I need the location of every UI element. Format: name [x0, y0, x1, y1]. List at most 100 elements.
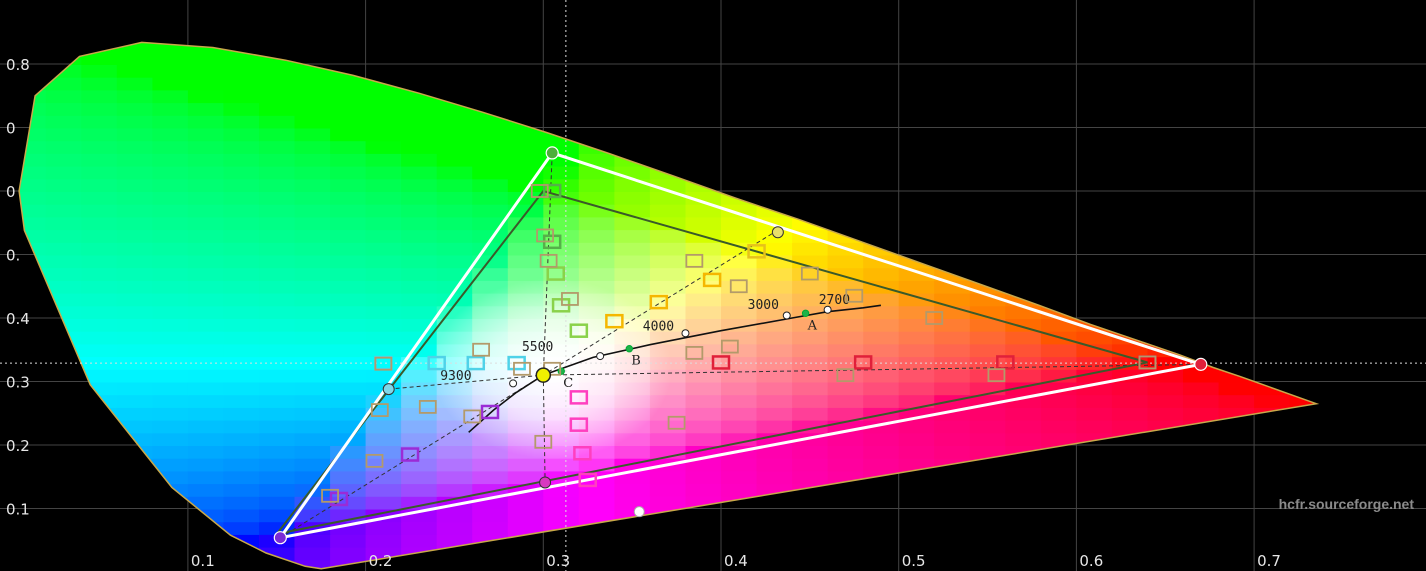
fill-cell	[259, 76, 296, 91]
fill-cell	[223, 127, 260, 142]
fill-cell	[294, 457, 331, 472]
fill-cell	[81, 140, 118, 154]
fill-cell	[401, 267, 438, 281]
fill-cell	[330, 470, 367, 485]
fill-cell	[792, 445, 829, 459]
fill-cell	[792, 457, 829, 472]
fill-cell	[330, 89, 367, 104]
fill-cell	[330, 229, 367, 243]
fill-cell	[81, 178, 118, 192]
fill-cell	[898, 445, 936, 459]
fill-cell	[81, 292, 118, 307]
fill-cell	[614, 483, 651, 497]
fill-cell	[685, 216, 722, 231]
fill-cell	[365, 521, 403, 535]
secondary-vertex	[771, 226, 784, 239]
fill-cell	[294, 76, 331, 91]
fill-cell	[116, 127, 154, 142]
fill-cell	[187, 140, 225, 154]
fill-cell	[187, 64, 225, 78]
fill-cell	[1040, 318, 1078, 332]
fill-cell	[259, 203, 296, 218]
gamut-vertex	[1194, 357, 1208, 371]
fill-cell	[863, 406, 900, 421]
fill-cell	[223, 89, 260, 104]
fill-cell	[187, 368, 225, 383]
fill-cell	[259, 445, 296, 459]
fill-cell	[259, 165, 296, 180]
fill-cell	[649, 229, 687, 243]
fill-cell	[45, 216, 83, 231]
fill-cell	[969, 432, 1007, 446]
fill-cell	[187, 343, 225, 358]
fill-cell	[294, 368, 331, 383]
fill-cell	[81, 343, 118, 358]
fill-cell	[45, 165, 83, 180]
fill-cell	[365, 165, 403, 180]
fill-cell	[507, 267, 545, 281]
fill-cell	[365, 267, 403, 281]
fill-cell	[578, 178, 616, 192]
fill-cell	[863, 343, 900, 358]
fill-cell	[81, 64, 118, 78]
fill-cell	[330, 292, 367, 307]
fill-cell	[330, 165, 367, 180]
fill-cell	[365, 216, 403, 231]
fill-cell	[614, 191, 651, 205]
gamut-vertex	[273, 531, 287, 545]
fill-cell	[401, 203, 438, 218]
gamut-vertex	[545, 146, 559, 160]
fill-cell	[259, 267, 296, 281]
fill-cell	[259, 140, 296, 154]
fill-cell	[365, 495, 403, 510]
fill-cell	[187, 381, 225, 396]
fill-cell	[116, 279, 154, 294]
fill-cell	[685, 292, 722, 307]
fill-cell	[259, 254, 296, 269]
fill-cell	[578, 241, 616, 256]
fill-cell	[330, 76, 367, 91]
fill-cell	[330, 127, 367, 142]
fill-cell	[507, 495, 545, 510]
fill-cell	[1111, 394, 1149, 408]
fill-cell	[436, 203, 474, 218]
fill-cell	[259, 241, 296, 256]
fill-cell	[436, 229, 474, 243]
fill-cell	[259, 457, 296, 472]
fill-cell	[365, 89, 403, 104]
fill-cell	[187, 394, 225, 408]
fill-cell	[543, 495, 580, 510]
fill-cell	[614, 241, 651, 256]
fill-cell	[294, 152, 331, 167]
fill-cell	[116, 140, 154, 154]
fill-cell	[934, 432, 971, 446]
fill-cell	[294, 216, 331, 231]
fill-cell	[436, 470, 474, 485]
fill-cell	[756, 318, 793, 332]
fill-cell	[187, 318, 225, 332]
fill-cell	[436, 508, 474, 523]
fill-cell	[792, 394, 829, 408]
fill-cell	[187, 165, 225, 180]
fill-cell	[1005, 343, 1042, 358]
illuminant-label: B	[631, 354, 641, 369]
fill-cell	[721, 368, 758, 383]
fill-cell	[898, 292, 936, 307]
illuminant-label: A	[807, 318, 818, 333]
fill-cell	[472, 152, 509, 167]
fill-cell	[223, 102, 260, 116]
fill-cell	[116, 254, 154, 269]
fill-cell	[401, 178, 438, 192]
fill-cell	[365, 254, 403, 269]
fill-cell	[187, 254, 225, 269]
fill-cell	[507, 140, 545, 154]
fill-cell	[472, 191, 509, 205]
fill-cell	[330, 445, 367, 459]
fill-cell	[294, 267, 331, 281]
fill-cell	[152, 102, 189, 116]
fill-cell	[969, 406, 1007, 421]
fill-cell	[294, 89, 331, 104]
fill-cell	[1183, 381, 1220, 396]
fill-cell	[401, 165, 438, 180]
fill-cell	[187, 483, 225, 497]
